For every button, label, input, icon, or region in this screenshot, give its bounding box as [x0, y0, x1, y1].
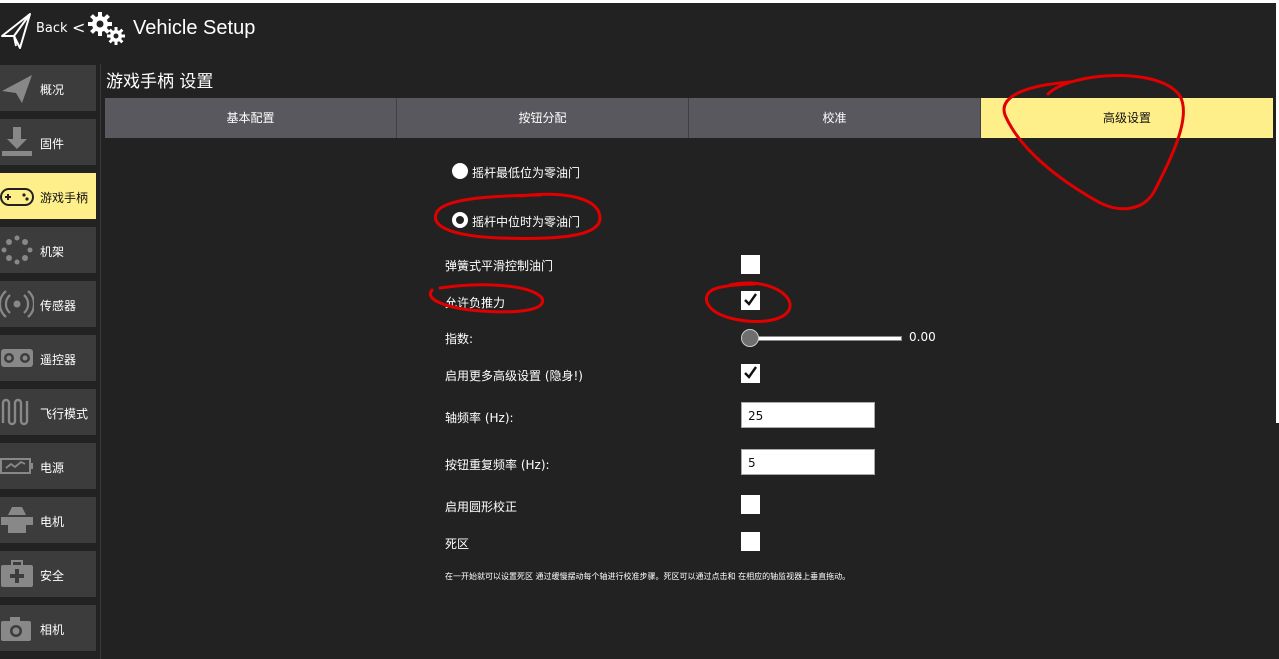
chevron-left-icon[interactable]: < — [72, 18, 85, 37]
exponent-value: 0.00 — [909, 330, 936, 344]
first-aid-icon — [0, 557, 34, 591]
top-border — [0, 0, 1279, 3]
sidebar-item-label: 相机 — [40, 623, 65, 637]
checkmark-icon — [744, 293, 757, 306]
throttle-low-label: 摇杆最低位为零油门 — [472, 166, 581, 180]
sidebar-item-power[interactable]: 电源 — [0, 443, 96, 489]
sidebar-item-firmware[interactable]: 固件 — [0, 119, 96, 165]
deadband-checkbox[interactable] — [741, 532, 760, 551]
back-button[interactable]: Back — [36, 21, 68, 36]
tab-advanced[interactable]: 高级设置 — [981, 98, 1273, 138]
tab-buttons[interactable]: 按钮分配 — [397, 98, 688, 138]
sidebar-item-summary[interactable]: 概况 — [0, 65, 96, 111]
advanced-hidden-checkbox[interactable] — [741, 364, 760, 383]
throttle-low-radio[interactable] — [452, 163, 468, 179]
axis-rate-input[interactable]: 25 — [741, 402, 875, 428]
flight-modes-icon — [0, 395, 34, 429]
top-toolbar: Back < Vehicle Setup — [0, 0, 1279, 58]
battery-icon — [0, 449, 34, 483]
exponent-label: 指数: — [445, 332, 474, 346]
sidebar-item-label: 固件 — [40, 137, 65, 151]
sensors-icon — [0, 287, 36, 321]
negative-thrust-label: 允许负推力 — [445, 296, 506, 310]
sidebar-item-joystick[interactable]: 游戏手柄 — [0, 173, 96, 219]
sidebar-item-airframe[interactable]: 机架 — [0, 227, 96, 273]
radio-controller-icon — [0, 341, 34, 375]
tab-basic[interactable]: 基本配置 — [105, 98, 396, 138]
sidebar-item-radio[interactable]: 遥控器 — [0, 335, 96, 381]
spring-throttle-label: 弹簧式平滑控制油门 — [445, 259, 554, 273]
sidebar-item-label: 电机 — [40, 515, 65, 529]
sidebar-item-safety[interactable]: 安全 — [0, 551, 96, 597]
sidebar-item-label: 飞行模式 — [40, 407, 89, 421]
paper-plane-icon[interactable] — [0, 10, 32, 54]
checkmark-icon — [744, 366, 757, 379]
radio-selected-dot — [456, 216, 464, 224]
motor-icon — [0, 503, 34, 537]
page-title: Vehicle Setup — [133, 17, 256, 39]
throttle-center-radio[interactable] — [452, 212, 468, 228]
tab-calibration[interactable]: 校准 — [689, 98, 980, 138]
negative-thrust-checkbox[interactable] — [741, 291, 760, 310]
exponent-slider-track[interactable] — [752, 336, 902, 341]
sidebar-item-label: 概况 — [40, 83, 65, 97]
firmware-download-icon — [0, 125, 34, 159]
section-title: 游戏手柄 设置 — [106, 72, 214, 92]
sidebar-item-label: 游戏手柄 — [40, 191, 89, 205]
axis-rate-label: 轴频率 (Hz): — [445, 411, 514, 425]
circle-correction-label: 启用圆形校正 — [445, 500, 518, 514]
deadband-label: 死区 — [445, 537, 470, 551]
exponent-slider-handle[interactable] — [741, 329, 759, 347]
sidebar-item-label: 安全 — [40, 569, 65, 583]
annotation-circle-advanced-tab — [1002, 74, 1185, 211]
spring-throttle-checkbox[interactable] — [741, 255, 760, 274]
throttle-center-label: 摇杆中位时为零油门 — [472, 215, 581, 229]
sidebar-divider — [100, 64, 101, 659]
deadband-help-text: 在一开始就可以设置死区 通过缓慢摆动每个轴进行校准步骤。死区可以通过点击和 在相… — [445, 572, 851, 581]
camera-icon — [0, 611, 34, 645]
paper-plane-icon — [0, 71, 34, 105]
tab-bar: 基本配置 按钮分配 校准 高级设置 — [105, 98, 1273, 138]
sidebar-item-camera[interactable]: 相机 — [0, 605, 96, 651]
sidebar-item-label: 传感器 — [40, 299, 77, 313]
sidebar-item-label: 机架 — [40, 245, 65, 259]
sidebar-item-label: 电源 — [40, 461, 65, 475]
gears-icon — [88, 10, 128, 52]
sidebar-item-label: 遥控器 — [40, 353, 77, 367]
sidebar: 概况 固件 游戏手柄 机架 传感器 遥控器 飞行模式 电源 电机 安全 相机 — [0, 64, 100, 659]
airframe-icon — [0, 233, 34, 267]
button-repeat-input[interactable]: 5 — [741, 449, 875, 475]
button-repeat-label: 按钮重复频率 (Hz): — [445, 458, 550, 472]
advanced-hidden-label: 启用更多高级设置 (隐身!) — [445, 369, 583, 383]
gamepad-icon — [0, 179, 34, 213]
sidebar-item-sensors[interactable]: 传感器 — [0, 281, 96, 327]
sidebar-item-flight-modes[interactable]: 飞行模式 — [0, 389, 96, 435]
sidebar-item-motors[interactable]: 电机 — [0, 497, 96, 543]
circle-correction-checkbox[interactable] — [741, 495, 760, 514]
